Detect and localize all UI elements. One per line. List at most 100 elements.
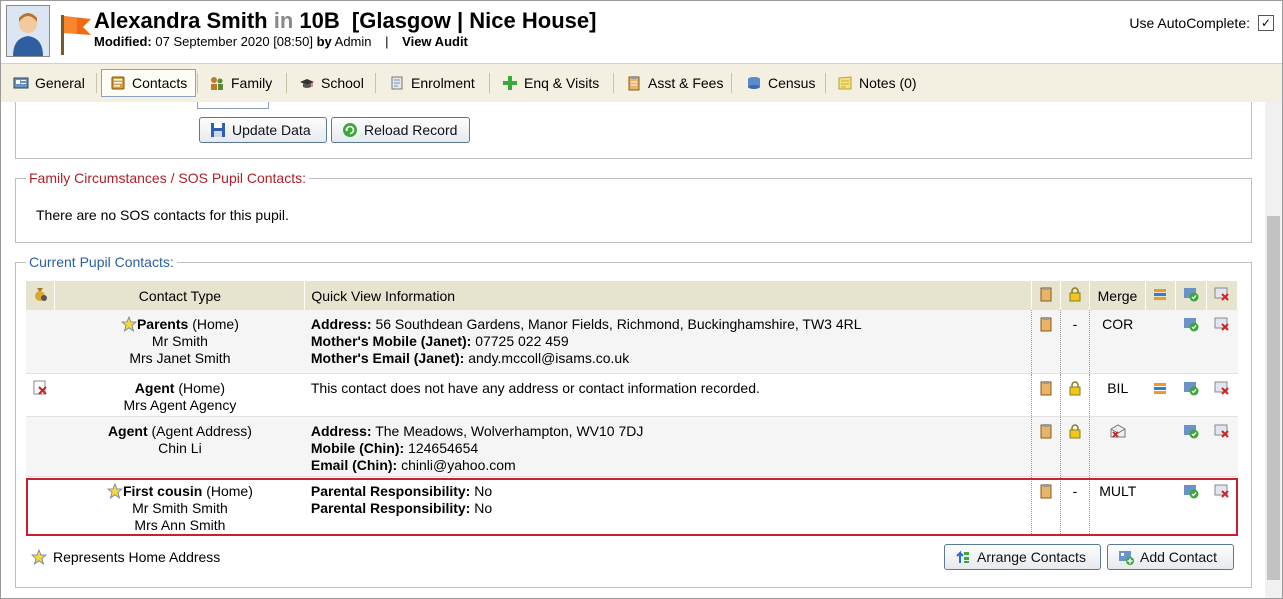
delete-card-icon[interactable]	[1214, 483, 1230, 499]
lock-icon[interactable]	[1067, 423, 1083, 439]
contact-name: Mrs Ann Smith	[134, 516, 226, 533]
info-value: chinli@yahoo.com	[401, 456, 516, 473]
lock-value: -	[1060, 476, 1090, 535]
scrollbar-thumb[interactable]	[1267, 216, 1280, 580]
reload-icon	[343, 123, 357, 137]
clipboard-icon[interactable]	[1038, 483, 1054, 499]
tab-label: Notes (0)	[859, 75, 917, 91]
approve-card-icon[interactable]	[1183, 423, 1199, 439]
arrange-contacts-label: Arrange Contacts	[977, 549, 1086, 565]
header-merge: Merge	[1089, 281, 1146, 310]
address-type: (Home)	[206, 482, 253, 499]
add-contact-icon	[1119, 551, 1134, 565]
home-star-icon	[106, 482, 123, 499]
tab-general[interactable]: General	[5, 69, 93, 97]
delete-card-icon[interactable]	[1214, 423, 1230, 439]
general-icon	[13, 77, 29, 89]
contacts-table: Contact Type Quick View Information Merg…	[26, 281, 1239, 535]
page-title: Alexandra Smith in 10B [Glasgow | Nice H…	[94, 8, 596, 34]
pupil-header: Alexandra Smith in 10B [Glasgow | Nice H…	[1, 1, 1282, 63]
contact-type[interactable]: Agent	[108, 423, 148, 439]
clipboard-icon[interactable]	[1038, 423, 1054, 439]
header-lock	[1060, 281, 1090, 310]
tab-divider	[489, 73, 490, 93]
contacts-content: Update Data Reload Record Family Circums…	[1, 102, 1265, 598]
info-label: Address:	[310, 316, 372, 332]
address-type: (Agent Address)	[151, 422, 252, 439]
tab-school[interactable]: School	[291, 69, 372, 97]
contact-type-cell: Agent (Agent Address) Chin Li	[54, 416, 305, 477]
table-header-row: Contact Type Quick View Information Merg…	[26, 281, 1239, 310]
tab-family[interactable]: Family	[201, 69, 280, 97]
tab-divider	[731, 73, 732, 93]
approve-card-icon	[1183, 288, 1199, 302]
unmerge-envelope-icon[interactable]	[1110, 423, 1126, 439]
home-address-key-label: Represents Home Address	[53, 549, 221, 565]
merge-code[interactable]: BIL	[1088, 373, 1146, 417]
delete-card-icon	[1214, 287, 1229, 301]
autocomplete-checkbox[interactable]: ✓	[1258, 15, 1274, 31]
clipboard-icon[interactable]	[1038, 316, 1054, 332]
address-type: (Home)	[192, 316, 239, 332]
quick-view-cell: Address: 56 Southdean Gardens, Manor Fie…	[304, 310, 1032, 374]
tab-notes[interactable]: Notes (0)	[829, 69, 925, 97]
tab-enrolment[interactable]: Enrolment	[381, 69, 483, 97]
fees-icon	[628, 76, 640, 91]
census-icon	[748, 77, 760, 89]
window-frame: Alexandra Smith in 10B [Glasgow | Nice H…	[0, 0, 1283, 599]
delete-card-icon[interactable]	[1214, 380, 1230, 396]
info-value: 56 Southdean Gardens, Manor Fields, Rich…	[375, 316, 862, 332]
address-type: (Home)	[178, 379, 226, 396]
tab-enq-visits[interactable]: Enq & Visits	[494, 69, 607, 97]
merge-code[interactable]: MULT	[1088, 476, 1146, 535]
tab-label: Contacts	[132, 75, 188, 91]
approve-card-icon[interactable]	[1183, 483, 1199, 499]
info-label: Mother's Mobile (Janet):	[310, 333, 472, 349]
tab-label: Asst & Fees	[648, 75, 724, 91]
partial-input-field[interactable]	[197, 102, 269, 109]
update-data-button[interactable]: Update Data	[199, 117, 327, 143]
info-value: 07725 022 459	[475, 333, 569, 349]
view-audit-link[interactable]: View Audit	[402, 34, 468, 49]
pupil-form: 10B	[299, 8, 340, 33]
sos-message: There are no SOS contacts for this pupil…	[36, 207, 289, 223]
contact-type-cell: First cousin (Home) Mr Smith Smith Mrs A…	[54, 476, 305, 535]
tab-contacts[interactable]: Contacts	[101, 69, 197, 97]
lock-icon[interactable]	[1067, 380, 1083, 396]
add-contact-button[interactable]: Add Contact	[1107, 544, 1234, 570]
arrange-icon[interactable]	[1152, 380, 1168, 396]
contact-name: Mrs Agent Agency	[123, 396, 237, 413]
header-separator: |	[385, 34, 389, 49]
delete-card-icon[interactable]	[1214, 316, 1230, 332]
plus-icon	[503, 76, 517, 90]
quick-view-cell: Address: The Meadows, Wolverhampton, WV1…	[304, 416, 1032, 477]
contact-type[interactable]: Parents	[137, 316, 188, 332]
enrolment-icon	[391, 76, 403, 90]
tab-bar: General Contacts Family School Enrolment…	[1, 63, 1282, 103]
tab-asst-fees[interactable]: Asst & Fees	[618, 69, 731, 97]
remove-address-icon[interactable]	[32, 380, 48, 396]
current-contacts-legend: Current Pupil Contacts:	[26, 254, 177, 270]
sos-contacts-fieldset: Family Circumstances / SOS Pupil Contact…	[15, 170, 1252, 243]
table-row: Agent (Agent Address) Chin Li Address: T…	[26, 416, 1238, 477]
tab-divider	[613, 73, 614, 93]
contact-type[interactable]: First cousin	[123, 483, 202, 499]
approve-card-icon[interactable]	[1183, 316, 1199, 332]
clipboard-icon[interactable]	[1038, 380, 1054, 396]
tab-census[interactable]: Census	[738, 69, 823, 97]
approve-card-icon[interactable]	[1183, 380, 1199, 396]
contact-type-cell: Parents (Home) Mr Smith Mrs Janet Smith	[54, 310, 305, 374]
tab-divider	[286, 73, 287, 93]
contact-name: Mr Smith Smith	[132, 499, 228, 516]
reload-record-button[interactable]: Reload Record	[331, 117, 470, 143]
info-value: andy.mccoll@isams.co.uk	[468, 350, 630, 366]
vertical-scrollbar[interactable]	[1265, 102, 1282, 598]
autocomplete-toggle: Use AutoComplete: ✓	[1129, 15, 1274, 31]
modified-value: 07 September 2020 [08:50]	[155, 34, 313, 49]
contact-type[interactable]: Agent	[135, 380, 175, 396]
update-data-label: Update Data	[232, 122, 311, 138]
header-clipboard	[1031, 281, 1061, 310]
pupil-photo[interactable]	[6, 5, 50, 57]
merge-code[interactable]: COR	[1088, 310, 1146, 374]
arrange-contacts-button[interactable]: Arrange Contacts	[944, 544, 1101, 570]
